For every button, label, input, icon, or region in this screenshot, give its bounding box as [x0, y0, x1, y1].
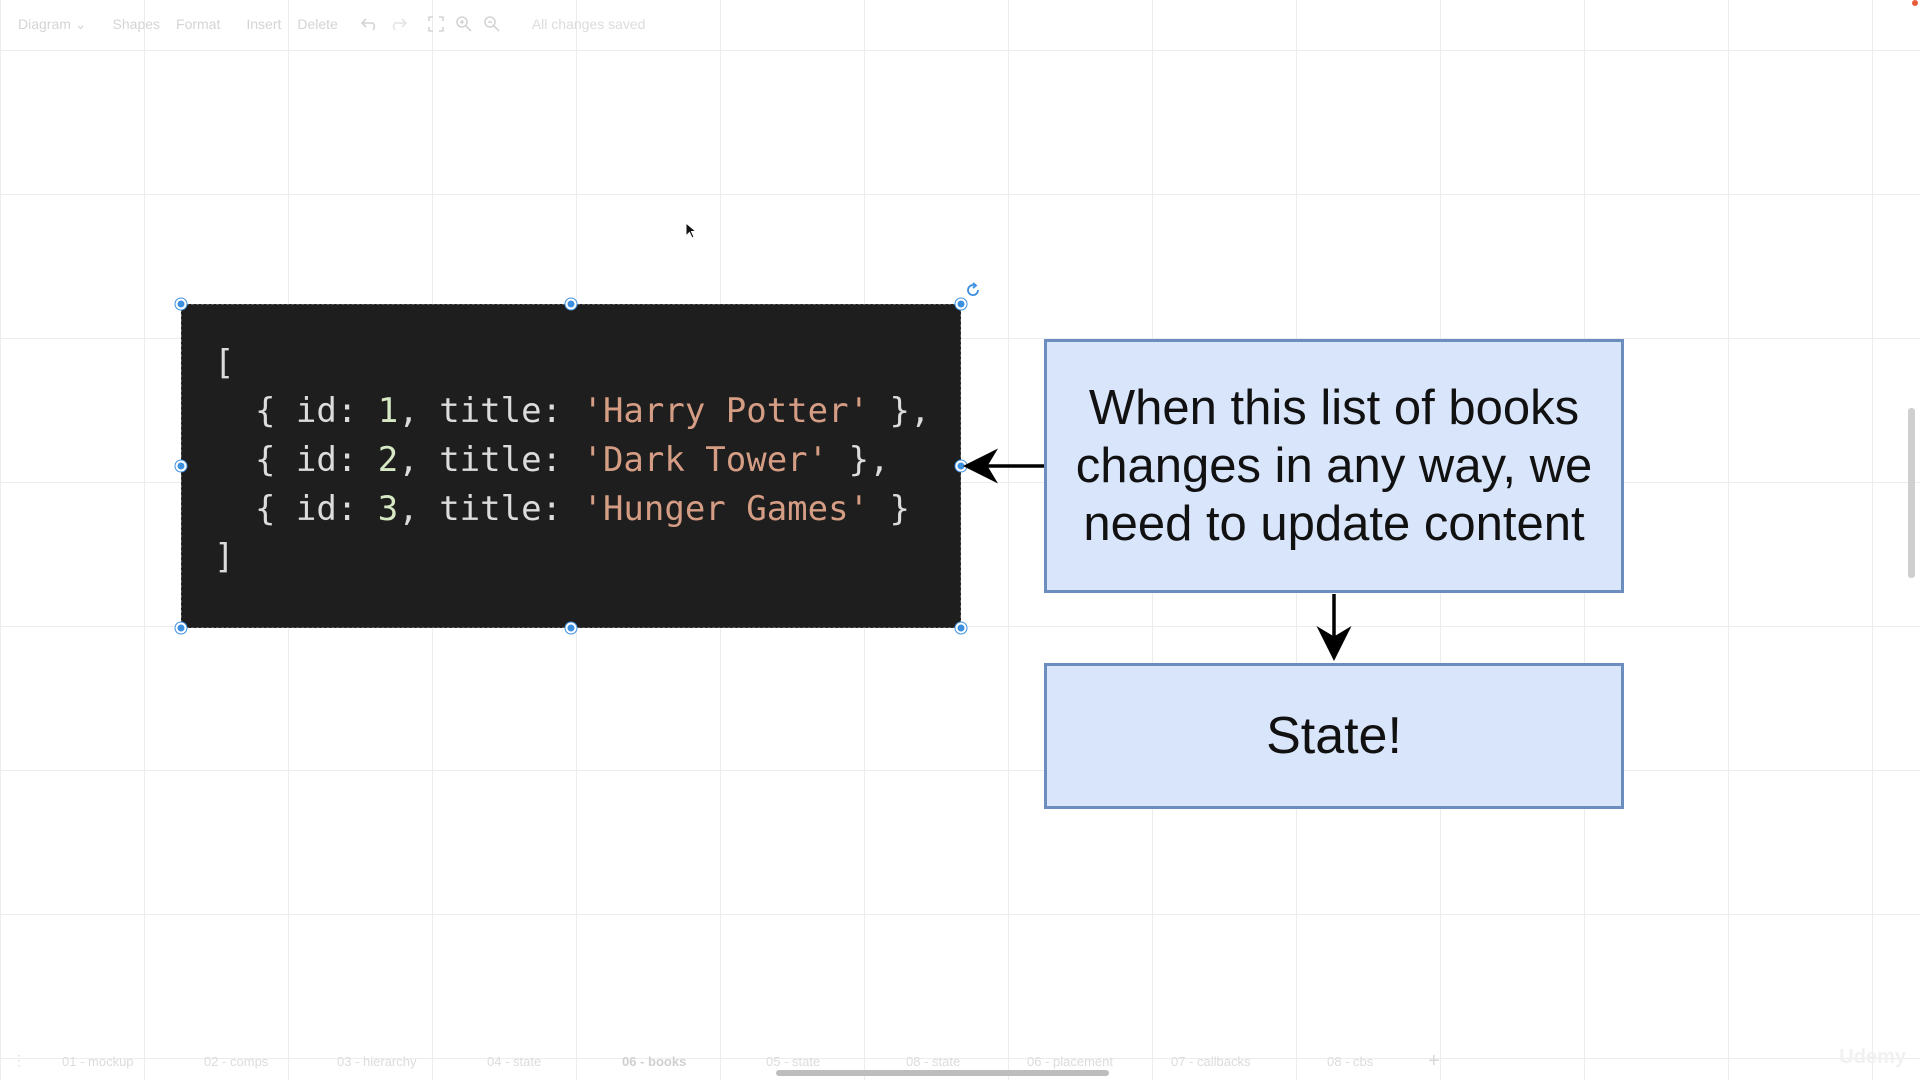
- zoom-out-icon[interactable]: [478, 12, 506, 36]
- code-close-bracket: ]: [214, 537, 235, 577]
- page-tab[interactable]: 05 - state: [766, 1054, 820, 1069]
- code-row-id: 2: [377, 440, 399, 480]
- resize-handle-top-right[interactable]: [955, 298, 967, 310]
- code-row: { id: 2, title: 'Dark Tower' },: [214, 440, 890, 480]
- resize-handle-bottom-left[interactable]: [175, 622, 187, 634]
- code-row-mid: , title:: [398, 440, 583, 480]
- notification-dot: [1912, 0, 1918, 6]
- page-tab[interactable]: 07 - callbacks: [1171, 1054, 1250, 1069]
- zoom-in-icon[interactable]: [450, 12, 478, 36]
- page-tab[interactable]: 02 - comps: [204, 1054, 268, 1069]
- code-row-prefix: { id:: [214, 391, 378, 431]
- note-box-text: When this list of books changes in any w…: [1075, 381, 1593, 551]
- resize-handle-top[interactable]: [565, 298, 577, 310]
- fullscreen-icon[interactable]: [422, 12, 450, 36]
- page-tab[interactable]: 01 - mockup: [62, 1054, 134, 1069]
- code-block-shape[interactable]: [ { id: 1, title: 'Harry Potter' }, { id…: [181, 304, 961, 628]
- delete-button[interactable]: Delete: [289, 12, 345, 36]
- save-status: All changes saved: [531, 16, 646, 32]
- code-row-title: 'Hunger Games': [582, 489, 870, 529]
- diagram-menu-label: Diagram: [18, 15, 71, 32]
- page-tab[interactable]: 06 - placement: [1027, 1054, 1113, 1069]
- code-row-title: 'Dark Tower': [582, 440, 829, 480]
- code-row-prefix: { id:: [214, 440, 378, 480]
- panels-group: Shapes Format: [105, 12, 229, 36]
- history-group: [356, 12, 412, 36]
- resize-handle-bottom-right[interactable]: [955, 622, 967, 634]
- code-row-id: 1: [377, 391, 399, 431]
- diagram-menu-group: Diagram ⌄: [10, 12, 95, 37]
- code-row-suffix: }: [869, 489, 911, 529]
- edit-group: Insert Delete: [238, 12, 345, 36]
- state-box-text: State!: [1266, 707, 1402, 765]
- resize-handle-left[interactable]: [175, 460, 187, 472]
- code-row-mid: , title:: [398, 489, 583, 529]
- code-row-suffix: },: [869, 391, 931, 431]
- page-tab[interactable]: 08 - state: [906, 1054, 960, 1069]
- page-tabs: ⋮ 01 - mockup 02 - comps 03 - hierarchy …: [0, 1050, 1920, 1072]
- code-row-prefix: { id:: [214, 489, 378, 529]
- resize-handle-bottom[interactable]: [565, 622, 577, 634]
- insert-button[interactable]: Insert: [238, 12, 289, 36]
- format-button[interactable]: Format: [168, 12, 228, 36]
- code-row-id: 3: [377, 489, 399, 529]
- resize-handle-top-left[interactable]: [175, 298, 187, 310]
- code-row: { id: 3, title: 'Hunger Games' }: [214, 489, 910, 529]
- page-tab-active[interactable]: 06 - books: [622, 1054, 686, 1069]
- undo-icon[interactable]: [356, 12, 384, 36]
- vertical-scrollbar[interactable]: [1908, 408, 1915, 578]
- add-page-icon[interactable]: +: [1428, 1050, 1440, 1073]
- page-tab[interactable]: 04 - state: [487, 1054, 541, 1069]
- view-group: [422, 12, 506, 36]
- mouse-cursor-icon: [685, 221, 698, 245]
- code-row-suffix: },: [828, 440, 890, 480]
- rotate-handle-icon[interactable]: [965, 282, 981, 298]
- code-row: { id: 1, title: 'Harry Potter' },: [214, 391, 931, 431]
- watermark-logo: Udemy: [1839, 1046, 1906, 1068]
- diagram-menu-button[interactable]: Diagram ⌄: [10, 12, 95, 37]
- code-open-bracket: [: [214, 343, 235, 383]
- chevron-down-icon: ⌄: [74, 15, 87, 32]
- code-row-title: 'Harry Potter': [582, 391, 870, 431]
- page-tab[interactable]: 08 - cbs: [1327, 1054, 1373, 1069]
- note-box[interactable]: When this list of books changes in any w…: [1044, 339, 1624, 593]
- horizontal-scrollbar[interactable]: [776, 1070, 1109, 1076]
- pages-menu-icon[interactable]: ⋮: [12, 1052, 26, 1069]
- toolbar: Diagram ⌄ Shapes Format Insert Delete Al…: [0, 0, 1920, 48]
- code-row-mid: , title:: [398, 391, 583, 431]
- page-tab[interactable]: 03 - hierarchy: [337, 1054, 416, 1069]
- state-box[interactable]: State!: [1044, 663, 1624, 809]
- shapes-button[interactable]: Shapes: [105, 12, 168, 36]
- resize-handle-right[interactable]: [955, 460, 967, 472]
- redo-icon[interactable]: [384, 12, 412, 36]
